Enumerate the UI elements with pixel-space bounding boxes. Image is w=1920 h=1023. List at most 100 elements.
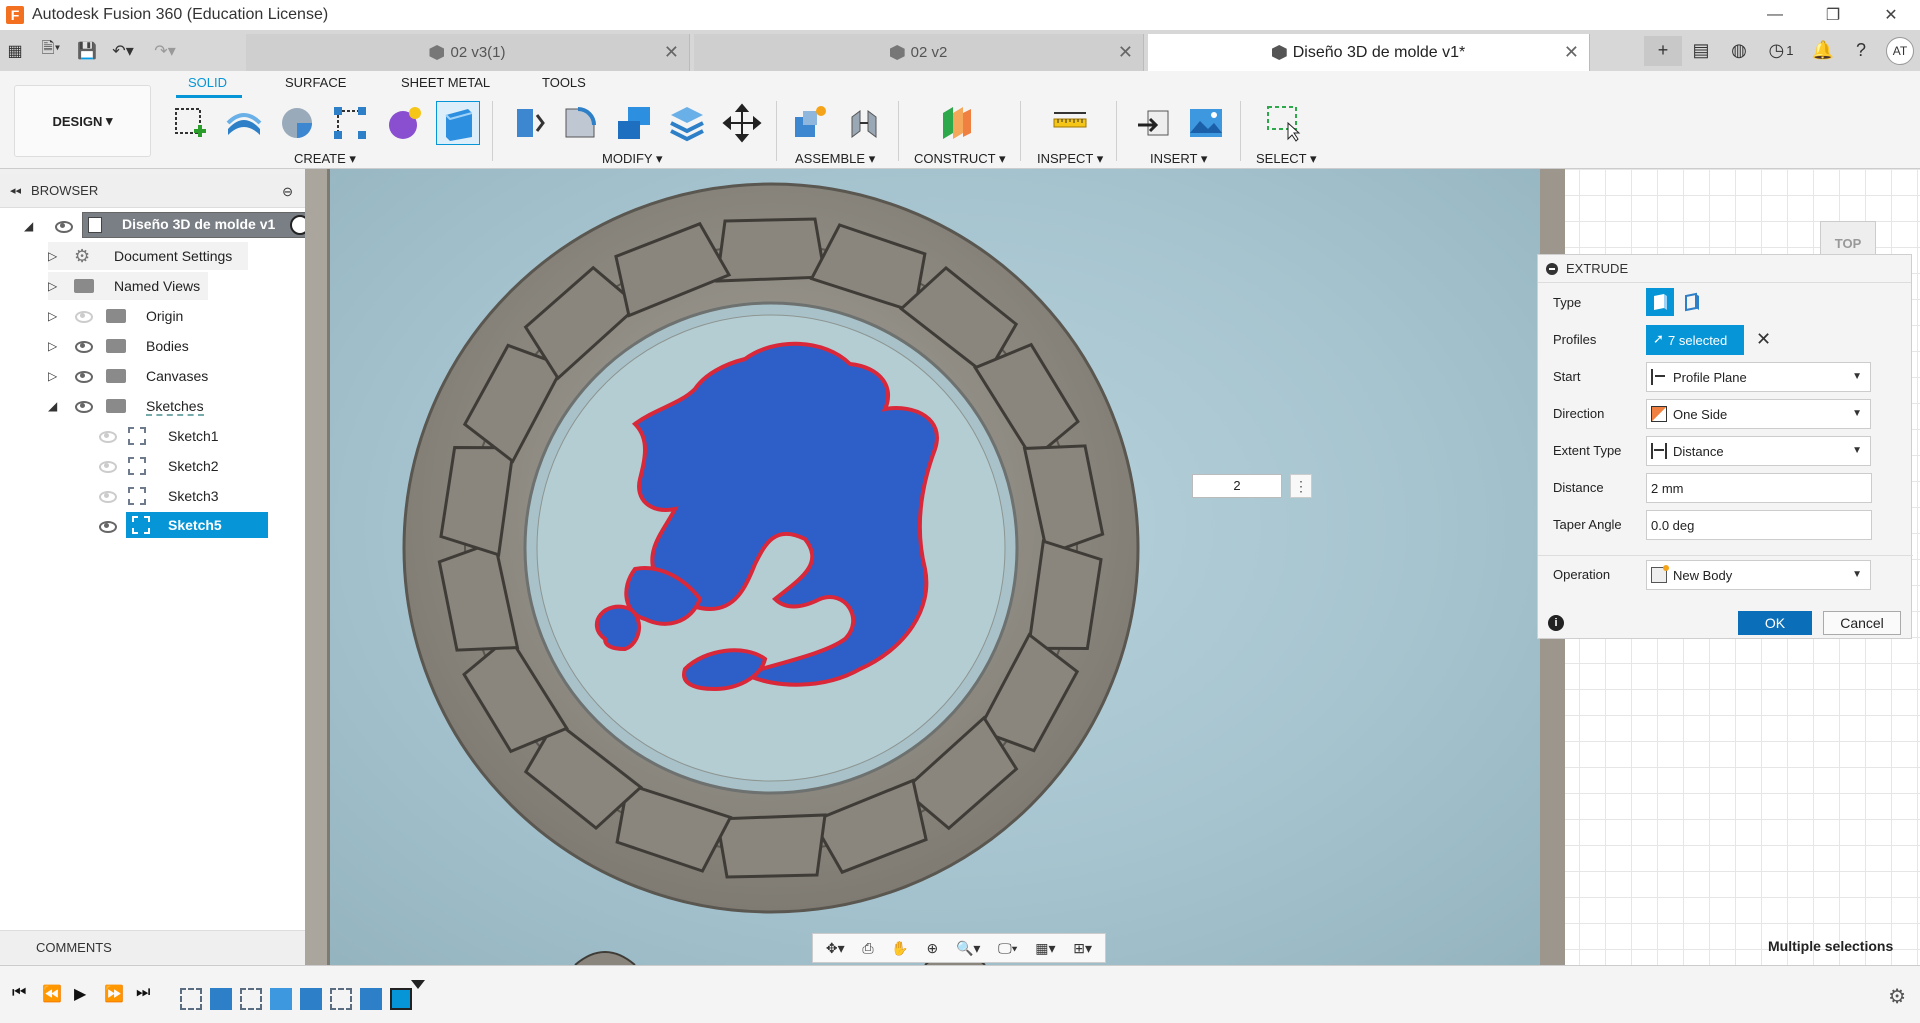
timeline-sketch-icon[interactable] xyxy=(330,988,352,1010)
visibility-eye-icon[interactable] xyxy=(54,220,73,233)
step-back-icon[interactable]: ⏪ xyxy=(42,984,62,1004)
tree-item-sketch3[interactable]: Sketch3 xyxy=(98,482,222,510)
step-forward-icon[interactable]: ⏩ xyxy=(104,984,124,1004)
minimize-button[interactable]: — xyxy=(1746,0,1804,30)
new-component-icon[interactable] xyxy=(787,101,831,145)
tree-item-sketch2[interactable]: Sketch2 xyxy=(98,452,222,480)
play-icon[interactable]: ▶ xyxy=(74,984,86,1004)
tree-item-document-settings[interactable]: ▷ ⚙ Document Settings xyxy=(48,242,248,270)
data-panel-grid-icon[interactable]: ▦ xyxy=(0,36,30,66)
caret-collapsed-icon[interactable]: ▷ xyxy=(48,339,57,353)
caret-collapsed-icon[interactable]: ▷ xyxy=(48,369,57,383)
operation-select[interactable]: New Body ▼ xyxy=(1646,560,1871,590)
combine-icon[interactable] xyxy=(612,101,656,145)
caret-collapsed-icon[interactable]: ▷ xyxy=(48,279,57,293)
tree-item-sketch5[interactable]: Sketch5 xyxy=(98,512,268,540)
extensions-icon[interactable]: ◍ xyxy=(1720,36,1758,66)
caret-expanded-icon[interactable]: ◢ xyxy=(48,399,57,413)
restore-button[interactable]: ❐ xyxy=(1804,0,1862,30)
job-status-icon[interactable]: ◷ 1 xyxy=(1758,36,1804,66)
start-select[interactable]: Profile Plane ▼ xyxy=(1646,362,1871,392)
measure-icon[interactable] xyxy=(1048,101,1092,145)
extrude-icon[interactable] xyxy=(222,101,266,145)
caret-expanded-icon[interactable]: ◢ xyxy=(24,219,33,233)
file-menu-icon[interactable]: 🗎▾ xyxy=(30,36,72,66)
tree-item-sketches[interactable]: ◢ Sketches xyxy=(48,392,216,420)
go-to-end-icon[interactable]: ⏭ xyxy=(136,984,150,1002)
direction-select[interactable]: One Side ▼ xyxy=(1646,399,1871,429)
box-primitive-icon[interactable] xyxy=(436,101,480,145)
taper-angle-input[interactable]: 0.0 deg xyxy=(1646,510,1872,540)
revolve-icon[interactable] xyxy=(275,101,319,145)
tree-item-named-views[interactable]: ▷ Named Views xyxy=(48,272,208,300)
timeline-canvas-icon[interactable] xyxy=(270,988,292,1010)
close-window-button[interactable]: ✕ xyxy=(1862,0,1920,30)
window-select-icon[interactable] xyxy=(1262,101,1306,145)
visibility-eye-icon[interactable] xyxy=(74,340,93,353)
close-tab-icon[interactable]: ✕ xyxy=(1564,42,1579,63)
caret-collapsed-icon[interactable]: ▷ xyxy=(48,309,57,323)
tree-item-canvases[interactable]: ▷ Canvases xyxy=(48,362,216,390)
create-form-icon[interactable] xyxy=(383,101,427,145)
visibility-eye-off-icon[interactable] xyxy=(98,460,117,473)
collapse-browser-icon[interactable]: ◂◂ xyxy=(10,184,21,197)
select-menu[interactable]: SELECT ▾ xyxy=(1256,151,1316,167)
tab-tools[interactable]: TOOLS xyxy=(542,75,586,90)
tab-solid[interactable]: SOLID xyxy=(188,75,227,90)
distance-manipulator-input[interactable]: 2 xyxy=(1192,474,1282,498)
caret-collapsed-icon[interactable]: ▷ xyxy=(48,249,57,263)
go-to-start-icon[interactable]: ⏮ xyxy=(12,984,26,1002)
tree-root[interactable]: ◢ Diseño 3D de molde v1 xyxy=(24,212,320,240)
fit-zoom-icon[interactable]: 🔍▾ xyxy=(956,940,980,957)
info-icon[interactable]: i xyxy=(1548,615,1564,631)
visibility-eye-off-icon[interactable] xyxy=(74,310,93,323)
save-icon[interactable]: 💾 xyxy=(72,36,102,66)
visibility-eye-icon[interactable] xyxy=(74,370,93,383)
visibility-eye-icon[interactable] xyxy=(74,400,93,413)
move-icon[interactable] xyxy=(720,101,764,145)
tab-diseno-3d-de-molde[interactable]: Diseño 3D de molde v1* ✕ xyxy=(1148,34,1590,71)
modify-menu[interactable]: MODIFY ▾ xyxy=(602,151,662,167)
comments-panel-icon[interactable]: ▤ xyxy=(1682,36,1720,66)
timeline-marker-icon[interactable] xyxy=(411,980,425,989)
assemble-menu[interactable]: ASSEMBLE ▾ xyxy=(795,151,875,167)
create-menu[interactable]: CREATE ▾ xyxy=(294,151,356,167)
extent-type-select[interactable]: Distance ▼ xyxy=(1646,436,1871,466)
offset-plane-icon[interactable] xyxy=(935,101,979,145)
grid-settings-icon[interactable]: ▦▾ xyxy=(1035,940,1055,957)
viewports-icon[interactable]: ⊞▾ xyxy=(1073,940,1092,957)
workspace-switcher-button[interactable]: DESIGN ▾ xyxy=(14,85,151,157)
shell-icon[interactable] xyxy=(665,101,709,145)
insert-derive-icon[interactable] xyxy=(1132,101,1176,145)
notifications-bell-icon[interactable]: 🔔 xyxy=(1804,36,1842,66)
redo-icon[interactable]: ↷▾ xyxy=(144,36,186,66)
zoom-icon[interactable]: ⊕ xyxy=(926,940,938,957)
undo-icon[interactable]: ↶▾ xyxy=(102,36,144,66)
tab-02-v3[interactable]: 02 v3(1) ✕ xyxy=(246,34,690,71)
close-tab-icon[interactable]: ✕ xyxy=(664,42,679,63)
help-icon[interactable]: ? xyxy=(1842,36,1880,66)
close-tab-icon[interactable]: ✕ xyxy=(1118,42,1133,63)
new-tab-plus-icon[interactable]: + xyxy=(1644,35,1682,66)
orbit-icon[interactable]: ✥▾ xyxy=(826,940,845,957)
extrude-type-solid-icon[interactable] xyxy=(1646,288,1674,316)
tree-item-sketch1[interactable]: Sketch1 xyxy=(98,422,222,450)
visibility-eye-icon[interactable] xyxy=(98,520,117,533)
clear-selection-icon[interactable]: ✕ xyxy=(1756,329,1771,350)
timeline-extrude-icon[interactable] xyxy=(300,988,322,1010)
cancel-button[interactable]: Cancel xyxy=(1823,611,1901,635)
ok-button[interactable]: OK xyxy=(1738,611,1812,635)
tab-02-v2[interactable]: 02 v2 ✕ xyxy=(694,34,1144,71)
canvas-image-icon[interactable] xyxy=(1184,101,1228,145)
construct-menu[interactable]: CONSTRUCT ▾ xyxy=(914,151,1006,167)
visibility-eye-off-icon[interactable] xyxy=(98,430,117,443)
more-options-icon[interactable]: ⋮ xyxy=(1290,474,1312,498)
browser-minimize-icon[interactable]: ⊖ xyxy=(282,184,293,200)
joint-icon[interactable] xyxy=(842,101,886,145)
comments-panel[interactable]: COMMENTS ⊕ xyxy=(0,930,364,964)
tree-item-bodies[interactable]: ▷ Bodies xyxy=(48,332,194,360)
extrude-dialog-header[interactable]: EXTRUDE xyxy=(1538,255,1911,283)
inspect-menu[interactable]: INSPECT ▾ xyxy=(1037,151,1103,167)
extrude-type-thin-icon[interactable] xyxy=(1678,288,1706,316)
pan-hand-icon[interactable]: ✋ xyxy=(891,940,908,957)
